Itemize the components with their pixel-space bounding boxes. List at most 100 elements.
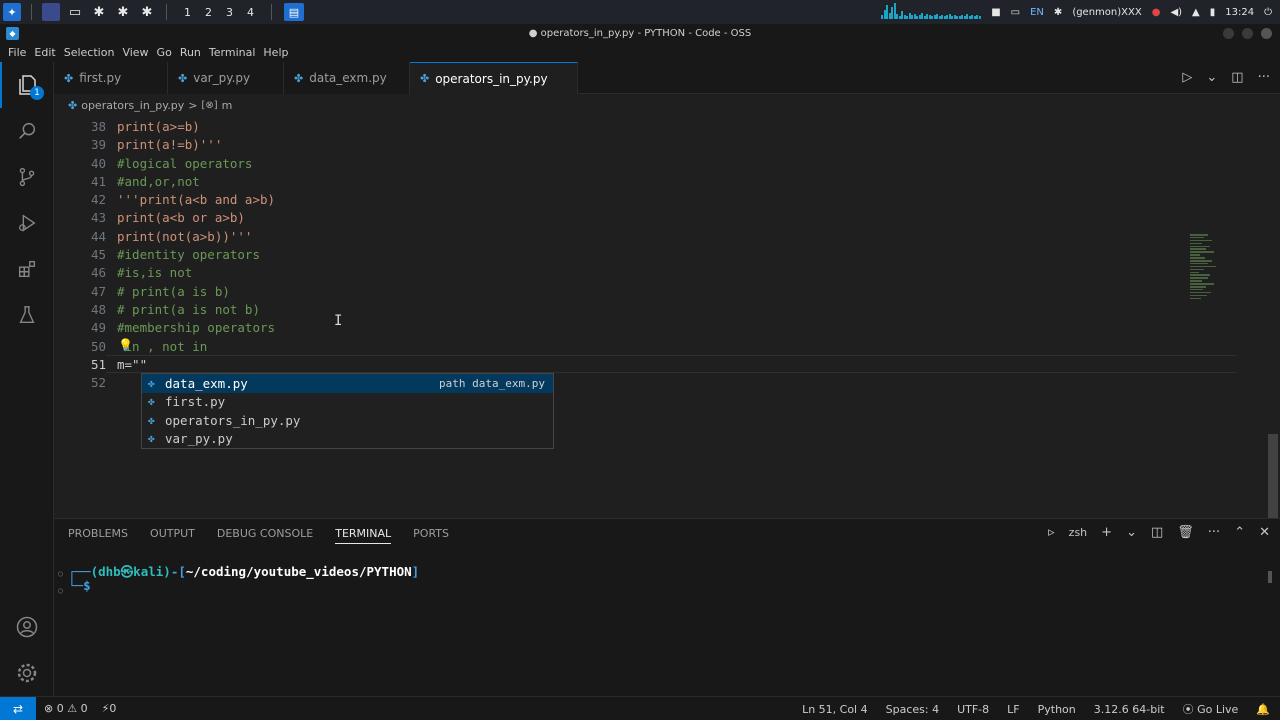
- ports-status[interactable]: ⚡0: [102, 702, 117, 715]
- run-file-icon[interactable]: ▷: [1182, 70, 1192, 85]
- menu-selection[interactable]: Selection: [64, 44, 115, 62]
- file-encoding[interactable]: UTF-8: [957, 703, 989, 716]
- remote-indicator-icon[interactable]: ⇄: [0, 696, 36, 720]
- chevron-down-icon[interactable]: ⌄: [1206, 70, 1217, 85]
- suggest-item[interactable]: ✤ data_exm.py path data_exm.py: [142, 374, 553, 393]
- tab-data-exm-py[interactable]: ✤ data_exm.py: [284, 62, 410, 94]
- tab-first-py[interactable]: ✤ first.py: [54, 62, 168, 94]
- tab-ports[interactable]: PORTS: [413, 527, 449, 544]
- language-mode[interactable]: Python: [1038, 703, 1076, 716]
- status-bar: ⇄ ⊗ 0 ⚠ 0 ⚡0 Ln 51, Col 4 Spaces: 4 UTF-…: [0, 696, 1280, 720]
- code-line[interactable]: in , not in: [117, 338, 275, 356]
- line-endings[interactable]: LF: [1007, 703, 1019, 716]
- problems-status[interactable]: ⊗ 0 ⚠ 0: [44, 702, 88, 715]
- menu-terminal[interactable]: Terminal: [209, 44, 256, 62]
- trash-icon[interactable]: 🗑: [1177, 525, 1194, 540]
- new-terminal-icon[interactable]: +: [1101, 525, 1112, 540]
- code-line[interactable]: #identity operators: [117, 246, 275, 264]
- code-line[interactable]: '''print(a<b and a>b): [117, 191, 275, 209]
- more-actions-icon[interactable]: ···: [1208, 525, 1220, 540]
- more-actions-icon[interactable]: ···: [1258, 70, 1270, 85]
- folder-icon[interactable]: ▭: [66, 3, 84, 21]
- tab-operators-in-py[interactable]: ✤ operators_in_py.py: [410, 62, 578, 94]
- workspace-2[interactable]: 2: [198, 6, 219, 19]
- menu-edit[interactable]: Edit: [34, 44, 55, 62]
- kali-menu-icon[interactable]: ✦: [3, 3, 21, 21]
- explorer-icon[interactable]: 1: [0, 62, 54, 108]
- tab-var-py[interactable]: ✤ var_py.py: [168, 62, 284, 94]
- settings-gear-icon-3[interactable]: ✱: [138, 3, 156, 21]
- account-icon[interactable]: [0, 604, 54, 650]
- volume-icon[interactable]: ◀): [1170, 7, 1182, 18]
- source-control-icon[interactable]: [0, 154, 54, 200]
- run-debug-icon[interactable]: [0, 200, 54, 246]
- mic-icon[interactable]: ●: [1152, 7, 1161, 18]
- screen-record-icon[interactable]: ■: [991, 7, 1000, 18]
- tab-terminal[interactable]: TERMINAL: [335, 527, 392, 544]
- keyboard-layout[interactable]: EN: [1030, 7, 1044, 18]
- suggest-item[interactable]: ✤ var_py.py: [142, 430, 553, 449]
- code-line[interactable]: m="": [117, 356, 275, 374]
- desktop-icon[interactable]: [42, 3, 60, 21]
- settings-gear-icon-2[interactable]: ✱: [114, 3, 132, 21]
- restore-button[interactable]: [1242, 28, 1253, 39]
- code-line[interactable]: #is,is not: [117, 264, 275, 282]
- code-line[interactable]: print(a!=b)''': [117, 136, 275, 154]
- close-button[interactable]: [1261, 28, 1272, 39]
- ports-count: 0: [109, 702, 117, 715]
- menu-view[interactable]: View: [122, 44, 148, 62]
- chevron-down-icon[interactable]: ⌄: [1126, 525, 1137, 540]
- code-line[interactable]: print(a<b or a>b): [117, 209, 275, 227]
- code-line[interactable]: print(a>=b): [117, 118, 275, 136]
- indentation[interactable]: Spaces: 4: [886, 703, 939, 716]
- workspace-1[interactable]: 1: [177, 6, 198, 19]
- python-interpreter[interactable]: 3.12.6 64-bit: [1094, 703, 1165, 716]
- suggest-item[interactable]: ✤ first.py: [142, 393, 553, 412]
- workspace-4[interactable]: 4: [240, 6, 261, 19]
- menu-file[interactable]: File: [8, 44, 26, 62]
- code-line[interactable]: #membership operators: [117, 319, 275, 337]
- menu-help[interactable]: Help: [263, 44, 288, 62]
- terminal-scrollbar[interactable]: [1268, 571, 1272, 583]
- code-line[interactable]: # print(a is b): [117, 283, 275, 301]
- code-lines[interactable]: print(a>=b) print(a!=b)''' #logical operat…: [117, 118, 275, 392]
- testing-flask-icon[interactable]: [0, 292, 54, 338]
- settings-gear-icon[interactable]: ✱: [90, 3, 108, 21]
- notifications-bell-icon[interactable]: 🔔: [1256, 703, 1270, 716]
- split-terminal-icon[interactable]: ◫: [1151, 525, 1163, 540]
- bluetooth-icon[interactable]: ✱: [1054, 7, 1062, 18]
- menu-go[interactable]: Go: [157, 44, 172, 62]
- tab-problems[interactable]: PROBLEMS: [68, 527, 128, 544]
- power-icon[interactable]: ⏻: [1264, 7, 1272, 18]
- workspace-3[interactable]: 3: [219, 6, 240, 19]
- lightbulb-icon[interactable]: 💡: [118, 338, 133, 352]
- battery-icon[interactable]: ▮: [1210, 7, 1216, 18]
- manage-gear-icon[interactable]: [0, 650, 54, 696]
- code-editor[interactable]: 38 39 40 41 42 43 44 45 46 47 48 49 50 51 52 print(a>=…: [54, 116, 1280, 552]
- split-editor-icon[interactable]: ◫: [1231, 70, 1243, 85]
- vscode-window-icon[interactable]: ▤: [284, 3, 304, 21]
- clock[interactable]: 13:24: [1225, 7, 1254, 18]
- text-cursor-icon: I: [334, 313, 343, 329]
- breadcrumb-file[interactable]: operators_in_py.py: [81, 99, 184, 112]
- minimap[interactable]: [1190, 234, 1220, 304]
- search-icon[interactable]: [0, 108, 54, 154]
- breadcrumb-symbol[interactable]: m: [222, 99, 233, 112]
- extensions-icon[interactable]: [0, 246, 54, 292]
- display-icon[interactable]: ▭: [1011, 7, 1020, 18]
- tab-output[interactable]: OUTPUT: [150, 527, 195, 544]
- code-line[interactable]: # print(a is not b): [117, 301, 275, 319]
- code-line[interactable]: #and,or,not: [117, 173, 275, 191]
- code-line[interactable]: print(not(a>b))''': [117, 228, 275, 246]
- code-line[interactable]: #logical operators: [117, 155, 275, 173]
- tab-debug-console[interactable]: DEBUG CONSOLE: [217, 527, 313, 544]
- minimize-button[interactable]: [1223, 28, 1234, 39]
- menu-run[interactable]: Run: [180, 44, 201, 62]
- maximize-panel-icon[interactable]: ⌃: [1234, 525, 1245, 540]
- close-panel-icon[interactable]: ✕: [1259, 525, 1270, 540]
- suggest-item[interactable]: ✤ operators_in_py.py: [142, 411, 553, 430]
- go-live-button[interactable]: ⦿ Go Live: [1183, 701, 1239, 717]
- notification-bell-icon[interactable]: ▲: [1192, 7, 1200, 18]
- cursor-position[interactable]: Ln 51, Col 4: [802, 703, 868, 716]
- terminal-shell-name[interactable]: zsh: [1069, 526, 1087, 539]
